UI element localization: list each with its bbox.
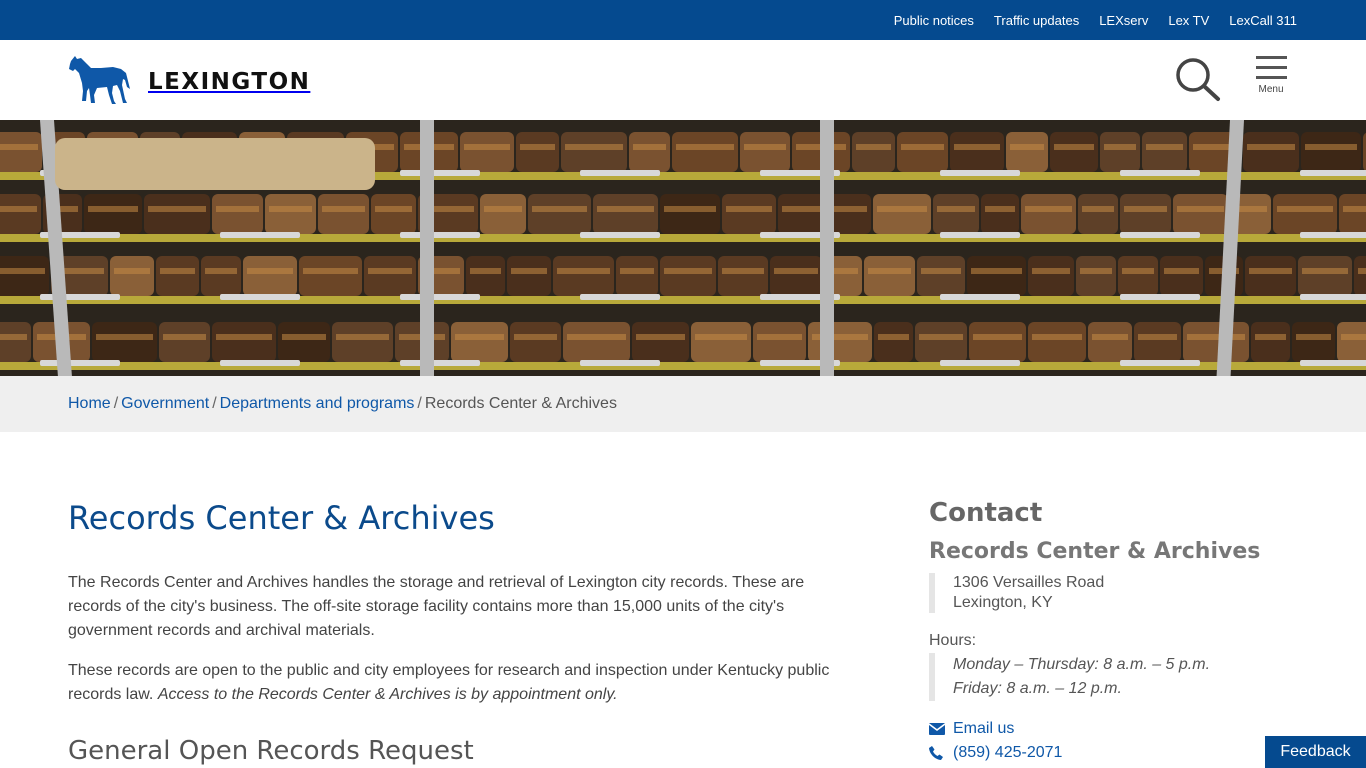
site-logo[interactable]: LEXINGTON <box>67 55 310 105</box>
feedback-button[interactable]: Feedback <box>1265 736 1366 768</box>
hours-label: Hours: <box>929 632 977 649</box>
site-header: LEXINGTON Menu <box>0 40 1366 120</box>
intro-paragraph: The Records Center and Archives handles … <box>68 574 805 639</box>
menu-label: Menu <box>1258 84 1284 95</box>
contact-heading: Contact <box>929 498 1043 528</box>
logo-text: LEXINGTON <box>148 69 311 95</box>
search-button[interactable] <box>1174 56 1224 104</box>
address-line-2: Lexington, KY <box>953 594 1053 611</box>
breadcrumb-bar: Home / Government / Departments and programs… <box>0 376 1366 432</box>
utility-nav: Public notices Traffic updates LEXserv L… <box>894 0 1297 40</box>
phone-link[interactable]: (859) 425-2071 <box>953 744 1062 762</box>
email-link[interactable]: Email us <box>953 720 1014 738</box>
utility-link-traffic-updates[interactable]: Traffic updates <box>994 13 1079 28</box>
utility-bar: Public notices Traffic updates LEXserv L… <box>0 0 1366 40</box>
hours-line-2: Friday: 8 a.m. – 12 p.m. <box>953 680 1122 697</box>
hours-block: Monday – Thursday: 8 a.m. – 5 p.m. Frida… <box>929 653 1210 701</box>
phone-contact: (859) 425-2071 <box>929 744 1062 762</box>
utility-link-lexserv[interactable]: LEXserv <box>1099 13 1148 28</box>
access-paragraph: These records are open to the public and… <box>68 659 838 707</box>
appointment-note: Access to the Records Center & Archives … <box>157 686 618 703</box>
page-title: Records Center & Archives <box>68 499 495 537</box>
archive-shelves-image <box>0 120 1366 376</box>
utility-link-lex-tv[interactable]: Lex TV <box>1168 13 1209 28</box>
utility-link-public-notices[interactable]: Public notices <box>894 13 974 28</box>
search-icon <box>1176 58 1220 101</box>
envelope-icon <box>929 723 945 735</box>
phone-icon <box>929 746 943 760</box>
breadcrumb: Home / Government / Departments and programs… <box>68 395 617 412</box>
email-contact: Email us <box>929 720 1014 738</box>
breadcrumb-current: Records Center & Archives <box>424 395 617 412</box>
breadcrumb-home[interactable]: Home <box>68 395 111 412</box>
menu-button[interactable]: Menu <box>1253 56 1289 106</box>
hero-image <box>0 120 1366 376</box>
utility-link-lexcall-311[interactable]: LexCall 311 <box>1229 13 1297 28</box>
breadcrumb-departments[interactable]: Departments and programs <box>220 395 415 412</box>
address-line-1: 1306 Versailles Road <box>953 574 1105 591</box>
section-title-open-records: General Open Records Request <box>68 736 474 766</box>
hours-line-1: Monday – Thursday: 8 a.m. – 5 p.m. <box>953 656 1211 673</box>
breadcrumb-government[interactable]: Government <box>121 395 209 412</box>
hamburger-icon <box>1255 56 1287 59</box>
address-block: 1306 Versailles Road Lexington, KY <box>929 573 1104 613</box>
contact-org-name: Records Center & Archives <box>929 539 1261 564</box>
horse-logo-icon <box>69 56 130 104</box>
